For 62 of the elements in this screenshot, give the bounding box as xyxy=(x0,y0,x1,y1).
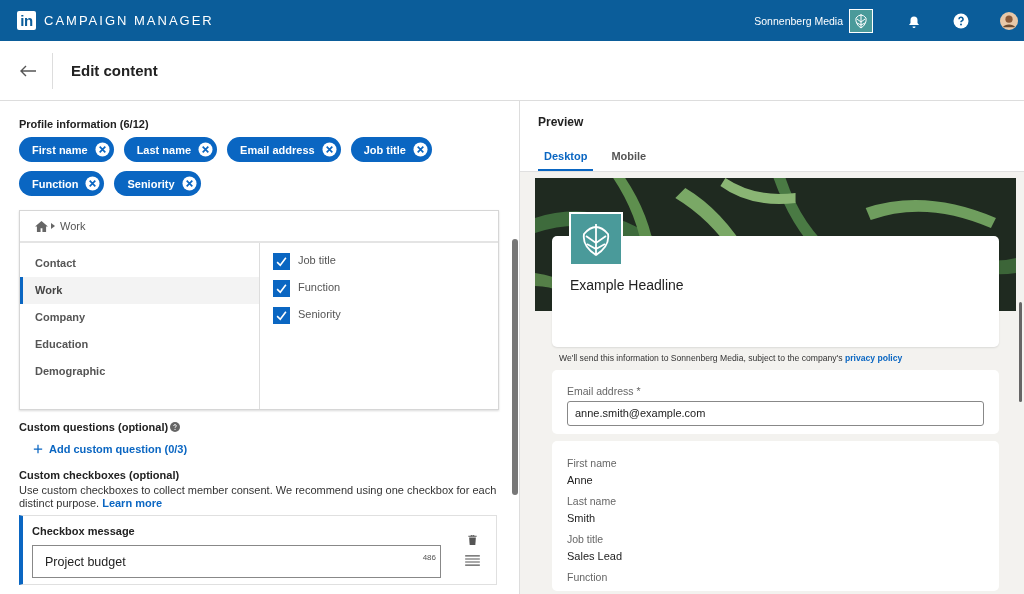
plus-icon xyxy=(33,444,43,454)
remove-icon[interactable] xyxy=(181,176,197,191)
email-input[interactable]: anne.smith@example.com xyxy=(567,401,984,426)
profile-chip[interactable]: First name xyxy=(19,137,114,162)
section-title: Custom questions (optional) xyxy=(19,421,169,433)
back-arrow-icon[interactable] xyxy=(19,64,37,77)
learn-more-link[interactable]: Learn more xyxy=(102,497,163,509)
profile-chip[interactable]: Function xyxy=(19,171,105,196)
app-title: CAMPAIGN MANAGER xyxy=(44,13,214,28)
tab[interactable]: Mobile xyxy=(605,150,653,171)
add-question-button[interactable]: Add custom question (0/3) xyxy=(33,443,188,455)
remove-icon[interactable] xyxy=(94,142,110,157)
leaf-logo-icon[interactable] xyxy=(849,8,873,33)
scrollbar[interactable] xyxy=(512,239,518,495)
field-value: Sales Lead xyxy=(567,550,624,562)
field-label: Job title xyxy=(567,533,605,545)
panel-title: Preview xyxy=(538,115,585,129)
field-label: Job title xyxy=(298,253,336,266)
field-value: Smith xyxy=(567,512,597,524)
category-item[interactable]: Education xyxy=(20,331,259,358)
remove-icon[interactable] xyxy=(85,176,101,191)
field-value: Anne xyxy=(567,474,594,486)
logo[interactable]: in xyxy=(17,11,36,30)
remove-icon[interactable] xyxy=(198,142,214,157)
section-title: Profile information (6/12) xyxy=(19,118,150,130)
headline: Example Headline xyxy=(570,277,684,293)
field-label: Function xyxy=(298,280,341,293)
checkbox[interactable] xyxy=(273,253,290,270)
category-item[interactable]: Work xyxy=(20,277,259,304)
profile-chip[interactable]: Last name xyxy=(123,137,218,162)
field-label: Seniority xyxy=(298,307,341,320)
category-item[interactable]: Company xyxy=(20,304,259,331)
field-label: Checkbox message xyxy=(32,525,136,537)
input-field[interactable]: Project budget 486 xyxy=(32,545,441,578)
profile-chip[interactable]: Job title xyxy=(350,137,432,162)
help-icon[interactable] xyxy=(953,12,969,29)
help-icon[interactable] xyxy=(170,422,181,432)
field-label: Function xyxy=(567,571,609,583)
remove-icon[interactable] xyxy=(321,142,337,157)
home-icon[interactable] xyxy=(35,220,48,232)
remove-icon[interactable] xyxy=(412,142,428,157)
profile-chip[interactable]: Seniority xyxy=(114,171,201,196)
breadcrumb-item[interactable]: Work xyxy=(60,220,86,232)
checkbox[interactable] xyxy=(273,280,290,297)
drag-handle-icon[interactable] xyxy=(464,555,480,566)
field-label: First name xyxy=(567,457,618,469)
avatar-icon[interactable] xyxy=(1000,11,1018,30)
checkbox[interactable] xyxy=(273,307,290,324)
notice-text: We'll send this information to Sonnenberg Media, subject to the company's privacy policy xyxy=(559,353,904,363)
account-name[interactable]: Sonnenberg Media xyxy=(754,14,843,27)
section-title: Custom checkboxes (optional) xyxy=(19,469,181,481)
description-text: Use custom checkboxes to collect member consent. We recommend using one checkbox for each distinct purpose. Learn more xyxy=(19,484,497,510)
page-title: Edit content xyxy=(71,62,158,79)
category-item[interactable]: Demographic xyxy=(20,358,259,385)
scrollbar[interactable] xyxy=(1019,302,1022,402)
privacy-policy-link[interactable]: privacy policy xyxy=(844,353,903,363)
category-item[interactable]: Contact xyxy=(20,250,259,277)
trash-icon[interactable] xyxy=(467,535,477,545)
caret-icon xyxy=(51,223,55,229)
field-label: Last name xyxy=(567,495,618,507)
field-label: Email address * xyxy=(567,385,642,397)
profile-chip[interactable]: Email address xyxy=(227,137,341,162)
